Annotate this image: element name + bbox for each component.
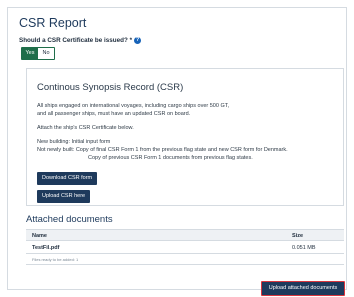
- not-newly-built-text: Not newly built: Copy of final CSR Form …: [37, 147, 288, 153]
- files-ready-text: Files ready to be added: 1: [32, 257, 79, 262]
- attached-documents-table: Name Size TestFil.pdf 0.051 MB Files rea…: [26, 229, 344, 265]
- certificate-toggle: Yes No: [21, 47, 55, 60]
- certificate-question-label: Should a CSR Certificate be issued? *: [19, 37, 133, 44]
- file-size: 0.051 MB: [292, 245, 316, 251]
- column-header-name: Name: [32, 233, 47, 239]
- panel-text-line: All ships engaged on international voyag…: [37, 103, 230, 109]
- not-newly-built-text-2: Copy of previous CSR Form 1 documents fr…: [88, 155, 253, 161]
- table-row[interactable]: TestFil.pdf 0.051 MB: [26, 241, 344, 254]
- table-header: Name Size: [26, 229, 344, 241]
- file-name: TestFil.pdf: [32, 245, 60, 251]
- toggle-no-button[interactable]: No: [38, 48, 54, 59]
- csr-report-card: CSR Report Should a CSR Certificate be i…: [7, 7, 347, 296]
- attach-instruction: Attach the ship's CSR Certificate below.: [37, 125, 134, 131]
- column-header-size: Size: [292, 233, 304, 239]
- upload-csr-button[interactable]: Upload CSR here: [37, 190, 91, 203]
- upload-attached-documents-button[interactable]: Upload attached documents: [261, 281, 345, 296]
- certificate-question: Should a CSR Certificate be issued? * ?: [19, 37, 142, 44]
- panel-title: Continous Synopsis Record (CSR): [37, 82, 184, 93]
- new-building-text: New building: Initial input form: [37, 139, 111, 145]
- page-title: CSR Report: [19, 16, 87, 30]
- question-circle-icon[interactable]: ?: [134, 37, 142, 44]
- download-csr-form-button[interactable]: Download CSR form: [37, 172, 98, 185]
- panel-text-line: and all passenger ships, must have an up…: [37, 111, 191, 117]
- table-footer: Files ready to be added: 1: [26, 254, 344, 265]
- attached-documents-title: Attached documents: [26, 214, 113, 225]
- csr-info-panel: Continous Synopsis Record (CSR) All ship…: [26, 68, 344, 206]
- toggle-yes-button[interactable]: Yes: [22, 48, 38, 59]
